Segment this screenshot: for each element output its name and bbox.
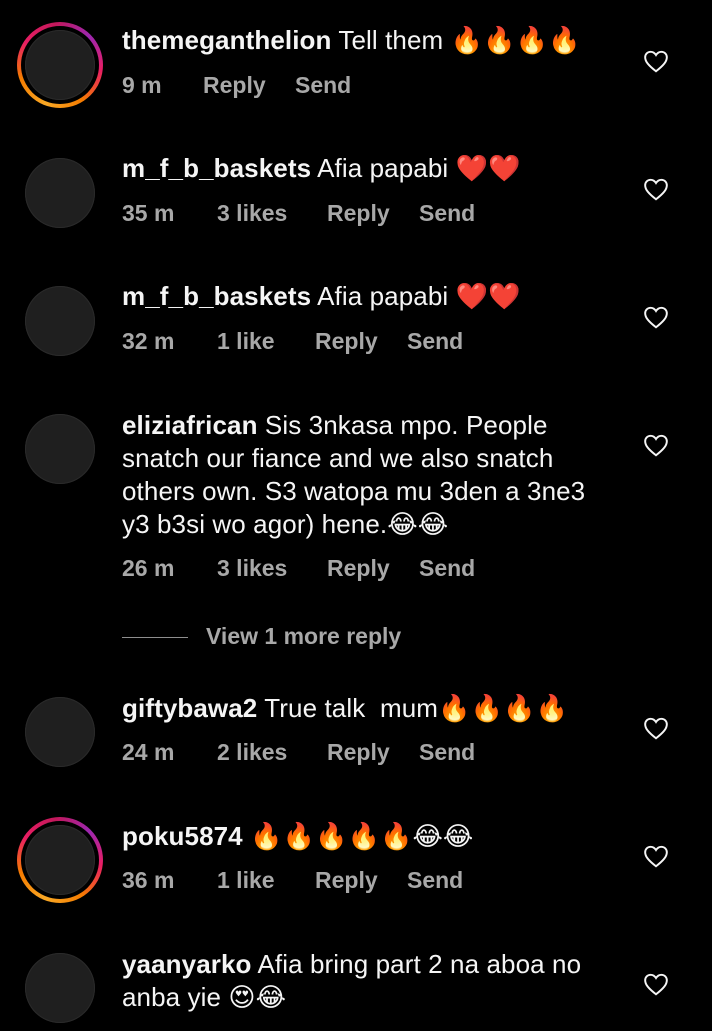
comment-time: 36 m bbox=[122, 867, 175, 893]
comment-body: True talk mum🔥🔥🔥🔥 bbox=[264, 693, 568, 723]
likes-count[interactable]: 1 like bbox=[217, 328, 275, 355]
comment-text: themeganthelion Tell them 🔥🔥🔥🔥 bbox=[122, 24, 612, 57]
avatar[interactable] bbox=[25, 158, 95, 228]
avatar-container[interactable] bbox=[17, 406, 103, 492]
comment-username[interactable]: m_f_b_baskets bbox=[122, 153, 311, 183]
comment-time: 26 m bbox=[122, 555, 175, 581]
avatar-container[interactable] bbox=[17, 945, 103, 1031]
comment-text: giftybawa2 True talk mum🔥🔥🔥🔥 bbox=[122, 692, 612, 725]
avatar-container[interactable] bbox=[17, 150, 103, 236]
heart-outline-icon[interactable] bbox=[643, 177, 669, 201]
comment-time: 24 m bbox=[122, 739, 175, 765]
likes-count[interactable]: 3 likes bbox=[217, 555, 287, 582]
reply-button[interactable]: Reply bbox=[327, 555, 390, 582]
likes-count[interactable]: 3 likes bbox=[217, 200, 287, 227]
comment-username[interactable]: m_f_b_baskets bbox=[122, 281, 311, 311]
heart-outline-icon[interactable] bbox=[643, 49, 669, 73]
comment-username[interactable]: giftybawa2 bbox=[122, 693, 257, 723]
comment-text: m_f_b_baskets Afia papabi ❤️❤️ bbox=[122, 152, 612, 185]
divider bbox=[122, 637, 188, 638]
comment-time: 32 m bbox=[122, 328, 175, 354]
send-button[interactable]: Send bbox=[419, 739, 475, 766]
reply-button[interactable]: Reply bbox=[327, 200, 390, 227]
avatar[interactable] bbox=[25, 414, 95, 484]
avatar-container[interactable] bbox=[17, 689, 103, 775]
view-more-replies-label[interactable]: View 1 more reply bbox=[206, 623, 401, 650]
avatar[interactable] bbox=[25, 825, 95, 895]
comment-text: poku5874 🔥🔥🔥🔥🔥😂😂 bbox=[122, 820, 612, 853]
avatar-story-ring[interactable] bbox=[17, 22, 103, 108]
heart-outline-icon[interactable] bbox=[643, 305, 669, 329]
send-button[interactable]: Send bbox=[419, 555, 475, 582]
reply-button[interactable]: Reply bbox=[203, 72, 266, 99]
comment-username[interactable]: eliziafrican bbox=[122, 410, 258, 440]
comment-body: Tell them 🔥🔥🔥🔥 bbox=[338, 25, 581, 55]
reply-button[interactable]: Reply bbox=[315, 328, 378, 355]
heart-outline-icon[interactable] bbox=[643, 972, 669, 996]
heart-outline-icon[interactable] bbox=[643, 433, 669, 457]
comment-body: Afia papabi ❤️❤️ bbox=[317, 281, 521, 311]
reply-button[interactable]: Reply bbox=[315, 867, 378, 894]
send-button[interactable]: Send bbox=[407, 328, 463, 355]
avatar-container[interactable] bbox=[17, 278, 103, 364]
send-button[interactable]: Send bbox=[407, 867, 463, 894]
comment-text: eliziafrican Sis 3nkasa mpo. People snat… bbox=[122, 409, 602, 541]
comment-username[interactable]: poku5874 bbox=[122, 821, 243, 851]
comment-username[interactable]: themeganthelion bbox=[122, 25, 332, 55]
comment-time: 35 m bbox=[122, 200, 175, 226]
reply-button[interactable]: Reply bbox=[327, 739, 390, 766]
avatar[interactable] bbox=[25, 697, 95, 767]
heart-outline-icon[interactable] bbox=[643, 716, 669, 740]
avatar[interactable] bbox=[25, 30, 95, 100]
send-button[interactable]: Send bbox=[295, 72, 351, 99]
comment-username[interactable]: yaanyarko bbox=[122, 949, 252, 979]
avatar[interactable] bbox=[25, 953, 95, 1023]
likes-count[interactable]: 2 likes bbox=[217, 739, 287, 766]
heart-outline-icon[interactable] bbox=[643, 844, 669, 868]
comment-body: Afia papabi ❤️❤️ bbox=[317, 153, 521, 183]
comment-time: 9 m bbox=[122, 72, 162, 98]
send-button[interactable]: Send bbox=[419, 200, 475, 227]
comment-body: 🔥🔥🔥🔥🔥😂😂 bbox=[250, 821, 474, 851]
avatar-story-ring[interactable] bbox=[17, 817, 103, 903]
comment-text: m_f_b_baskets Afia papabi ❤️❤️ bbox=[122, 280, 612, 313]
comment-text: yaanyarko Afia bring part 2 na aboa no a… bbox=[122, 948, 602, 1014]
view-more-replies[interactable]: View 1 more reply bbox=[122, 623, 522, 653]
likes-count[interactable]: 1 like bbox=[217, 867, 275, 894]
avatar[interactable] bbox=[25, 286, 95, 356]
